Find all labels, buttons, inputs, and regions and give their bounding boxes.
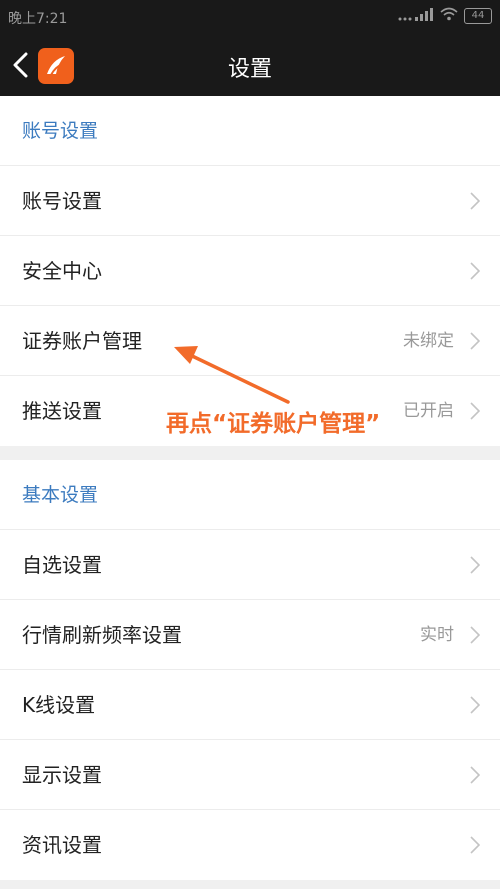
- annotation-text: 再点“证券账户管理”: [166, 411, 381, 437]
- chevron-right-icon: [470, 626, 480, 644]
- signal-icon: [398, 7, 434, 25]
- row-label: 账号设置: [22, 189, 102, 213]
- row-value: 实时: [420, 625, 454, 645]
- row-refresh-rate[interactable]: 行情刷新频率设置 实时: [0, 600, 500, 670]
- account-settings-section: 账号设置 账号设置 安全中心 证券账户管理 未绑定 推送设置 已开启: [0, 96, 500, 446]
- chevron-right-icon: [470, 556, 480, 574]
- nav-bar: 设置: [0, 34, 500, 96]
- row-security-center[interactable]: 安全中心: [0, 236, 500, 306]
- row-value: 未绑定: [403, 331, 454, 351]
- row-account-settings[interactable]: 账号设置: [0, 166, 500, 236]
- row-label: 推送设置: [22, 399, 102, 423]
- row-value: 已开启: [403, 401, 454, 421]
- basic-settings-section: 基本设置 自选设置 行情刷新频率设置 实时 K线设置 显示设置 资讯设置: [0, 460, 500, 880]
- row-label: 证券账户管理: [22, 329, 142, 353]
- row-label: 资讯设置: [22, 833, 102, 857]
- row-label: 行情刷新频率设置: [22, 623, 182, 647]
- row-display-settings[interactable]: 显示设置: [0, 740, 500, 810]
- page-title: 设置: [227, 57, 272, 82]
- section-header-basic: 基本设置: [0, 460, 500, 530]
- battery-icon: 44: [464, 8, 492, 24]
- row-label: 自选设置: [22, 553, 102, 577]
- status-time: 晚上7:21: [8, 11, 68, 27]
- chevron-right-icon: [470, 402, 480, 420]
- status-icons: 44: [398, 7, 492, 25]
- chevron-right-icon: [470, 836, 480, 854]
- section-header-account: 账号设置: [0, 96, 500, 166]
- chevron-right-icon: [470, 696, 480, 714]
- wifi-icon: [440, 7, 458, 25]
- row-kline-settings[interactable]: K线设置: [0, 670, 500, 740]
- chevron-right-icon: [470, 766, 480, 784]
- row-securities-account[interactable]: 证券账户管理 未绑定: [0, 306, 500, 376]
- status-bar: 晚上7:21 44: [0, 0, 500, 34]
- row-label: 安全中心: [22, 259, 102, 283]
- row-watchlist-settings[interactable]: 自选设置: [0, 530, 500, 600]
- chevron-right-icon: [470, 192, 480, 210]
- row-label: K线设置: [22, 693, 96, 717]
- row-news-settings[interactable]: 资讯设置: [0, 810, 500, 880]
- chevron-right-icon: [470, 262, 480, 280]
- row-label: 显示设置: [22, 763, 102, 787]
- chevron-right-icon: [470, 332, 480, 350]
